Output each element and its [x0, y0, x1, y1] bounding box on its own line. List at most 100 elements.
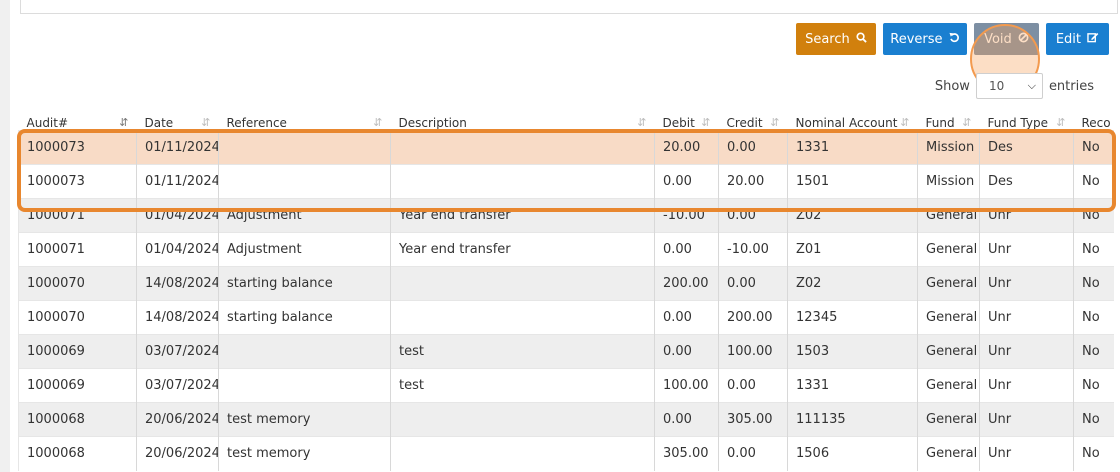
reverse-button[interactable]: Reverse — [883, 23, 967, 55]
sort-icon: ⇵ — [962, 116, 972, 129]
cell-debit: 100.00 — [654, 368, 719, 403]
search-icon — [856, 32, 867, 46]
cell-credit: 200.00 — [718, 300, 788, 335]
table-row[interactable]: 1000069 03/07/2024 test 0.00 100.00 1503 Gener… — [18, 334, 1114, 369]
cell-fund-type: Unr — [979, 266, 1074, 301]
cell-description — [390, 130, 655, 165]
table-row[interactable]: 1000070 14/08/2024 starting balance 200.00 0… — [18, 266, 1114, 301]
entries-select-value: 10 — [988, 79, 1005, 93]
search-button-label: Search — [805, 32, 850, 47]
cell-date: 01/04/2024 — [136, 232, 219, 267]
entries-label: entries — [1048, 78, 1094, 94]
sort-icon: ⇵ — [119, 116, 129, 129]
column-header-nominal-account[interactable]: Nominal Account ⇵ — [788, 110, 918, 131]
action-toolbar: Search Reverse Void Edit — [10, 23, 1120, 94]
void-button[interactable]: Void — [974, 23, 1039, 55]
cell-nominal-account: 1331 — [787, 368, 918, 403]
edit-button[interactable]: Edit — [1046, 23, 1109, 55]
cell-nominal-account: 1503 — [787, 334, 918, 369]
cell-fund: General — [917, 300, 980, 335]
cell-audit: 1000070 — [18, 266, 137, 301]
sort-icon: ⇵ — [770, 116, 780, 129]
table-row[interactable]: 1000069 03/07/2024 test 100.00 0.00 1331 Gener… — [18, 368, 1114, 403]
cell-description: Year end transfer — [390, 232, 655, 267]
cell-credit: 305.00 — [718, 402, 788, 437]
cell-fund-type: Unr — [979, 300, 1074, 335]
cell-audit: 1000069 — [18, 368, 137, 403]
cell-reco: No — [1073, 300, 1114, 335]
cell-debit: 0.00 — [654, 164, 719, 199]
journal-panel: Search Reverse Void Edit Show 10 ⌵ entri… — [10, 0, 1120, 472]
cell-credit: 0.00 — [718, 266, 788, 301]
table-row[interactable]: 1000068 20/06/2024 test memory 305.00 0.00 15… — [18, 436, 1114, 471]
column-header-date[interactable]: Date ⇵ — [137, 110, 219, 131]
journal-table: Audit# ⇵ Date ⇵ Reference ⇵ Description ⇵ De… — [18, 110, 1114, 471]
cell-reco: No — [1073, 436, 1114, 471]
cell-description — [390, 164, 655, 199]
cell-date: 20/06/2024 — [136, 436, 219, 471]
column-header-fund[interactable]: Fund ⇵ — [918, 110, 980, 131]
edit-button-label: Edit — [1055, 32, 1082, 47]
cell-fund-type: Unr — [979, 198, 1074, 233]
cell-fund-type: Unr — [979, 334, 1074, 369]
cell-nominal-account: Z02 — [787, 198, 918, 233]
cell-fund: General — [917, 402, 980, 437]
column-header-credit[interactable]: Credit ⇵ — [719, 110, 788, 131]
column-header-debit[interactable]: Debit ⇵ — [655, 110, 719, 131]
sort-icon: ⇵ — [1056, 116, 1066, 129]
cell-nominal-account: 12345 — [787, 300, 918, 335]
cell-date: 14/08/2024 — [136, 300, 219, 335]
cell-reco: No — [1073, 368, 1114, 403]
cell-fund: General — [917, 198, 980, 233]
cell-fund-type: Unr — [979, 368, 1074, 403]
cell-fund: General — [917, 334, 980, 369]
column-header-description[interactable]: Description ⇵ — [391, 110, 655, 131]
cell-nominal-account: 111135 — [787, 402, 918, 437]
cell-audit: 1000071 — [18, 232, 137, 267]
table-row[interactable]: 1000068 20/06/2024 test memory 0.00 305.00 11… — [18, 402, 1114, 437]
cell-debit: -10.00 — [654, 198, 719, 233]
table-row[interactable]: 1000071 01/04/2024 Adjustment Year end tran… — [18, 232, 1114, 267]
cell-fund-type: Des — [979, 164, 1074, 199]
cell-audit: 1000071 — [18, 198, 137, 233]
cell-reference: starting balance — [218, 300, 391, 335]
cell-reference: Adjustment — [218, 198, 391, 233]
column-header-fund-type[interactable]: Fund Type ⇵ — [980, 110, 1074, 131]
cell-reco: No — [1073, 402, 1114, 437]
table-row[interactable]: 1000071 01/04/2024 Adjustment Year end tran… — [18, 198, 1114, 233]
ban-icon — [1018, 32, 1029, 46]
table-row[interactable]: 1000073 01/11/2024 0.00 20.00 1501 Mission Des… — [18, 164, 1114, 199]
cell-credit: -10.00 — [718, 232, 788, 267]
show-label: Show — [934, 78, 970, 94]
cell-nominal-account: 1331 — [787, 130, 918, 165]
cell-reco: No — [1073, 198, 1114, 233]
chevron-down-icon: ⌵ — [1027, 79, 1036, 92]
cell-debit: 0.00 — [654, 334, 719, 369]
cell-date: 03/07/2024 — [136, 368, 219, 403]
cell-fund-type: Unr — [979, 436, 1074, 471]
cell-fund-type: Unr — [979, 402, 1074, 437]
reverse-button-label: Reverse — [890, 32, 943, 47]
table-row[interactable]: 1000073 01/11/2024 20.00 0.00 1331 Mission Des… — [18, 130, 1114, 165]
column-header-reco[interactable]: Reco — [1074, 110, 1115, 131]
sort-icon: ⇵ — [900, 116, 910, 129]
column-header-audit[interactable]: Audit# ⇵ — [19, 110, 137, 131]
entries-select[interactable]: 10 ⌵ — [975, 73, 1043, 99]
cell-date: 20/06/2024 — [136, 402, 219, 437]
search-button[interactable]: Search — [796, 23, 876, 55]
column-header-reference[interactable]: Reference ⇵ — [219, 110, 391, 131]
cell-fund-type: Des — [979, 130, 1074, 165]
cell-debit: 20.00 — [654, 130, 719, 165]
cell-fund: General — [917, 436, 980, 471]
cell-reference — [218, 334, 391, 369]
edit-icon — [1087, 32, 1099, 46]
table-row[interactable]: 1000070 14/08/2024 starting balance 0.00 200… — [18, 300, 1114, 335]
cell-description — [390, 300, 655, 335]
journal-table-wrapper: Audit# ⇵ Date ⇵ Reference ⇵ Description ⇵ De… — [18, 110, 1114, 472]
cell-description: Year end transfer — [390, 198, 655, 233]
cell-audit: 1000068 — [18, 436, 137, 471]
cell-nominal-account: Z01 — [787, 232, 918, 267]
cell-fund-type: Unr — [979, 232, 1074, 267]
cell-reco: No — [1073, 130, 1114, 165]
cell-audit: 1000073 — [18, 130, 137, 165]
